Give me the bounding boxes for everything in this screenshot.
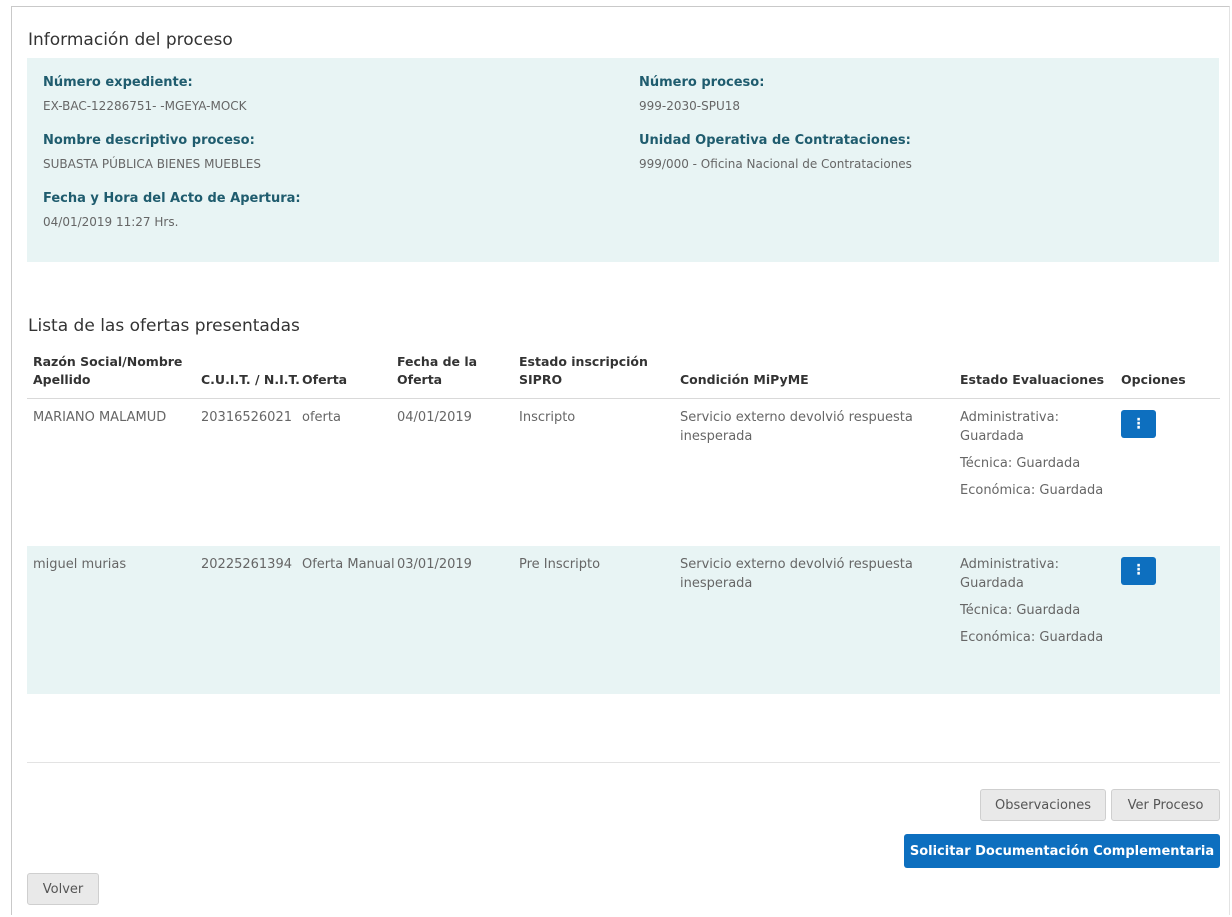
cell-fecha: 04/01/2019: [397, 410, 472, 425]
cell-opciones: ⋮: [1121, 399, 1220, 546]
fecha-apertura-value: 04/01/2019 11:27 Hrs.: [43, 215, 179, 229]
cell-opciones: ⋮: [1121, 545, 1220, 694]
table-row: MARIANO MALAMUD 20316526021 oferta 04/01…: [27, 399, 1220, 546]
header-opciones: Opciones: [1121, 353, 1220, 399]
numero-expediente-label: Número expediente:: [43, 75, 193, 90]
unidad-operativa-value: 999/000 - Oficina Nacional de Contrataci…: [639, 157, 912, 171]
observaciones-button[interactable]: Observaciones: [980, 789, 1106, 821]
table-row: miguel murias 20225261394 Oferta Manual …: [27, 545, 1220, 694]
nombre-descriptivo-field: Nombre descriptivo proceso: SUBASTA PÚBL…: [43, 133, 261, 171]
cell-fecha: 03/01/2019: [397, 545, 519, 694]
header-estado-sipro: Estado inscripción SIPRO: [519, 353, 680, 399]
fecha-apertura-label: Fecha y Hora del Acto de Apertura:: [43, 191, 301, 206]
cell-estado-sipro: Inscripto: [519, 410, 576, 425]
ver-proceso-button[interactable]: Ver Proceso: [1111, 789, 1220, 821]
eval-tecnica: Técnica: Guardada: [960, 602, 1081, 618]
numero-proceso-value: 999-2030-SPU18: [639, 99, 741, 113]
fecha-apertura-field: Fecha y Hora del Acto de Apertura: 04/01…: [43, 191, 301, 229]
header-cuit: C.U.I.T. / N.I.T.: [201, 353, 302, 399]
cell-oferta: oferta: [302, 410, 341, 425]
eval-tecnica: Técnica: Guardada: [960, 456, 1081, 471]
cell-condicion: Servicio externo devolvió respuesta ines…: [680, 410, 913, 444]
cell-condicion: Servicio externo devolvió respuesta ines…: [680, 545, 960, 694]
unidad-operativa-label: Unidad Operativa de Contrataciones:: [639, 133, 911, 148]
numero-proceso-field: Número proceso: 999-2030-SPU18: [639, 75, 764, 113]
eval-administrativa: Administrativa: Guardada: [960, 556, 1059, 591]
header-razon-social: Razón Social/Nombre Apellido: [27, 353, 201, 399]
divider: [27, 762, 1220, 763]
options-menu-button[interactable]: ⋮: [1121, 410, 1156, 438]
offers-table: Razón Social/Nombre Apellido C.U.I.T. / …: [27, 353, 1220, 694]
cell-razon-social: miguel murias: [27, 545, 201, 694]
cell-razon-social: MARIANO MALAMUD: [33, 410, 167, 425]
unidad-operativa-field: Unidad Operativa de Contrataciones: 999/…: [639, 133, 912, 171]
offers-list-title: Lista de las ofertas presentadas: [28, 316, 300, 336]
cell-estado-sipro: Pre Inscripto: [519, 545, 680, 694]
process-info-panel: Número expediente: EX-BAC-12286751- -MGE…: [27, 58, 1219, 262]
header-oferta: Oferta: [302, 353, 397, 399]
cell-estado-eval: Administrativa: Guardada Técnica: Guarda…: [960, 399, 1121, 546]
numero-expediente-value: EX-BAC-12286751- -MGEYA-MOCK: [43, 99, 247, 113]
header-fecha: Fecha de la Oferta: [397, 353, 519, 399]
eval-administrativa: Administrativa: Guardada: [960, 410, 1059, 444]
more-vertical-icon: ⋮: [1131, 562, 1146, 578]
header-estado-eval: Estado Evaluaciones: [960, 353, 1121, 399]
eval-economica: Económica: Guardada: [960, 629, 1104, 645]
cell-oferta: Oferta Manual: [302, 545, 397, 694]
numero-proceso-label: Número proceso:: [639, 75, 765, 90]
table-header-row: Razón Social/Nombre Apellido C.U.I.T. / …: [27, 353, 1220, 399]
cell-estado-eval: Administrativa: Guardada Técnica: Guarda…: [960, 545, 1121, 694]
cell-cuit: 20316526021: [201, 410, 292, 425]
cell-cuit: 20225261394: [201, 545, 302, 694]
volver-button[interactable]: Volver: [27, 873, 99, 905]
solicitar-documentacion-button[interactable]: Solicitar Documentación Complementaria: [904, 834, 1220, 868]
nombre-descriptivo-value: SUBASTA PÚBLICA BIENES MUEBLES: [43, 157, 261, 171]
process-info-title: Información del proceso: [28, 30, 233, 50]
nombre-descriptivo-label: Nombre descriptivo proceso:: [43, 133, 255, 148]
options-menu-button[interactable]: ⋮: [1121, 556, 1156, 585]
more-vertical-icon: ⋮: [1131, 415, 1146, 432]
eval-economica: Económica: Guardada: [960, 483, 1104, 498]
numero-expediente-field: Número expediente: EX-BAC-12286751- -MGE…: [43, 75, 247, 113]
header-condicion: Condición MiPyME: [680, 353, 960, 399]
